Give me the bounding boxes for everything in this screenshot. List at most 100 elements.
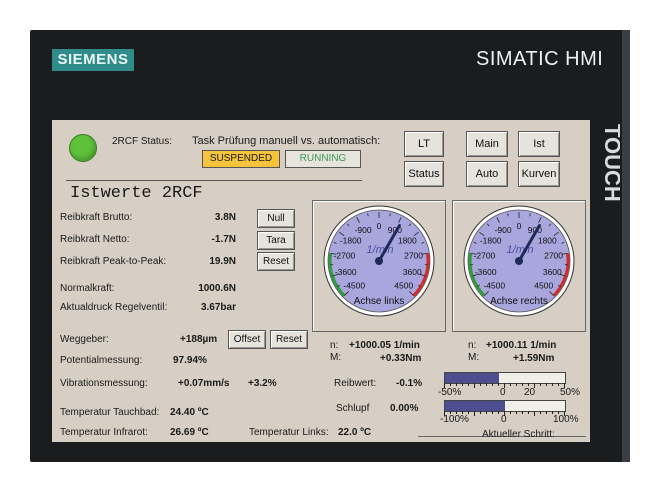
ist-button[interactable]: Ist (518, 131, 560, 157)
reibkraft-netto-label: Reibkraft Netto: (60, 234, 130, 245)
gauge-tick-label: -3600 (475, 267, 497, 277)
offset-button[interactable]: Offset (228, 330, 266, 349)
schritt-label: Aktueller Schritt: (482, 429, 555, 440)
gauge-tick-label: -2700 (334, 251, 356, 261)
scale-tick (456, 383, 457, 386)
temp-links-label: Temperatur Links: (249, 427, 329, 438)
weggeber-reset-button[interactable]: Reset (270, 330, 308, 349)
scale-tick (510, 383, 511, 386)
touch-text: TOUCH (600, 124, 620, 202)
peak-value: 19.9N (209, 256, 236, 267)
scale-tick (528, 383, 529, 386)
scale-tick (540, 383, 541, 386)
scale-tick (528, 411, 529, 414)
temp-infrarot-label: Temperatur Infrarot: (60, 427, 148, 438)
reibkraft-brutto-label: Reibkraft Brutto: (60, 212, 133, 223)
scale-tick (486, 411, 487, 414)
reibkraft-netto-value: -1.7N (211, 234, 236, 245)
gauge-tick-label: 1800 (538, 235, 557, 245)
siemens-logo: SIEMENS (52, 49, 134, 71)
gauge-tick-label: -2700 (474, 251, 496, 261)
schlupf-bar-fill (445, 401, 505, 411)
gauge-right-m-value: +1.59Nm (513, 353, 555, 364)
gauge-tick-label: 0 (517, 221, 522, 231)
schlupf-label: Schlupf (336, 403, 370, 414)
weggeber-value: +188µm (180, 334, 218, 345)
lt-button[interactable]: LT (404, 131, 444, 157)
status-led (69, 134, 97, 162)
scale-tick (552, 383, 553, 386)
kurven-button[interactable]: Kurven (518, 161, 560, 187)
schlupf-scale-1: 0 (501, 414, 507, 425)
gauge-hub (375, 257, 383, 265)
vibration-label: Vibrationsmessung: (60, 378, 148, 389)
gauge-left-m-value: +0.33Nm (380, 353, 422, 364)
auto-button[interactable]: Auto (466, 161, 508, 187)
running-indicator: RUNNING (285, 150, 361, 168)
gauge-tick-label: -900 (495, 225, 512, 235)
gauge-right-frame: -4500 -3600 -2700 -1800 -900 0 900 1800 2700 3600… (452, 200, 586, 332)
reibwert-bar-fill (445, 373, 499, 383)
tara-button[interactable]: Tara (257, 231, 295, 250)
reibkraft-brutto-value: 3.8N (214, 212, 236, 223)
gauge-tick-label: -4500 (343, 281, 365, 291)
scale-tick (522, 383, 523, 386)
gauge-left-n-label: n: (330, 340, 339, 351)
weggeber-label: Weggeber: (60, 334, 109, 345)
potential-value: 97.94% (173, 355, 207, 366)
aktualdruck-value: 3.67bar (200, 302, 236, 313)
scale-tick (492, 411, 493, 414)
scale-tick (510, 411, 511, 414)
scale-tick (486, 383, 487, 386)
main-panel: 2RCF Status: Task Prüfung manuell vs. au… (52, 120, 590, 442)
temp-tauchbad-value: 24.40 ºC (170, 407, 209, 418)
scale-tick (516, 411, 517, 414)
scale-tick (534, 411, 535, 416)
schlupf-scale-0: -100% (440, 414, 469, 425)
scale-tick (462, 383, 463, 386)
gauge-tick-label: -4500 (483, 281, 505, 291)
reibwert-value: -0.1% (396, 378, 423, 389)
gauge-tick-label: 0 (377, 221, 382, 231)
null-button[interactable]: Null (257, 209, 295, 228)
gauge-hub (515, 257, 523, 265)
section-title: Istwerte 2RCF (70, 184, 203, 203)
gauge-axis-label: Achse rechts (490, 296, 548, 307)
vibration-percent: +3.2% (248, 378, 277, 389)
scale-tick (480, 383, 481, 386)
temp-tauchbad-label: Temperatur Tauchbad: (60, 407, 160, 418)
gauge-tick-label: 3600 (403, 267, 422, 277)
schlupf-scale-2: 100% (553, 414, 579, 425)
status-label: 2RCF Status: (112, 136, 173, 147)
gauge-tick-label: -3600 (335, 267, 357, 277)
title-rule (66, 180, 362, 181)
main-button[interactable]: Main (466, 131, 508, 157)
scale-tick (546, 411, 547, 414)
status-button[interactable]: Status (404, 161, 444, 187)
task-label: Task Prüfung manuell vs. automatisch: (192, 135, 381, 147)
aktualdruck-label: Aktualdruck Regelventil: (60, 302, 168, 313)
gauge-left: -4500-3600-2700-1800-900 0 900180027003600… (323, 205, 435, 317)
gauge-tick-label: 2700 (544, 251, 563, 261)
gauge-left-m-label: M: (330, 352, 342, 363)
scale-tick (492, 383, 493, 386)
scale-tick (450, 383, 451, 386)
touch-label: TOUCH (590, 118, 620, 230)
reibwert-scale-2: 20 (524, 387, 536, 398)
peak-reset-button[interactable]: Reset (257, 252, 295, 271)
schlupf-value: 0.00% (390, 403, 419, 414)
scale-tick (516, 383, 517, 386)
gauge-axis-label: Achse links (354, 296, 405, 307)
hmi-title: SIMATIC HMI (476, 48, 604, 70)
vibration-value: +0.07mm/s (178, 378, 230, 389)
scale-tick (498, 411, 499, 414)
scale-tick (546, 383, 547, 386)
scale-tick (474, 383, 475, 388)
peak-label: Reibkraft Peak-to-Peak: (60, 256, 167, 267)
potential-label: Potentialmessung: (60, 355, 143, 366)
scale-tick (540, 411, 541, 414)
scale-tick (522, 411, 523, 414)
reibwert-scale-1: 0 (500, 387, 506, 398)
scale-tick (480, 411, 481, 414)
gauge-tick-label: -1800 (480, 235, 502, 245)
